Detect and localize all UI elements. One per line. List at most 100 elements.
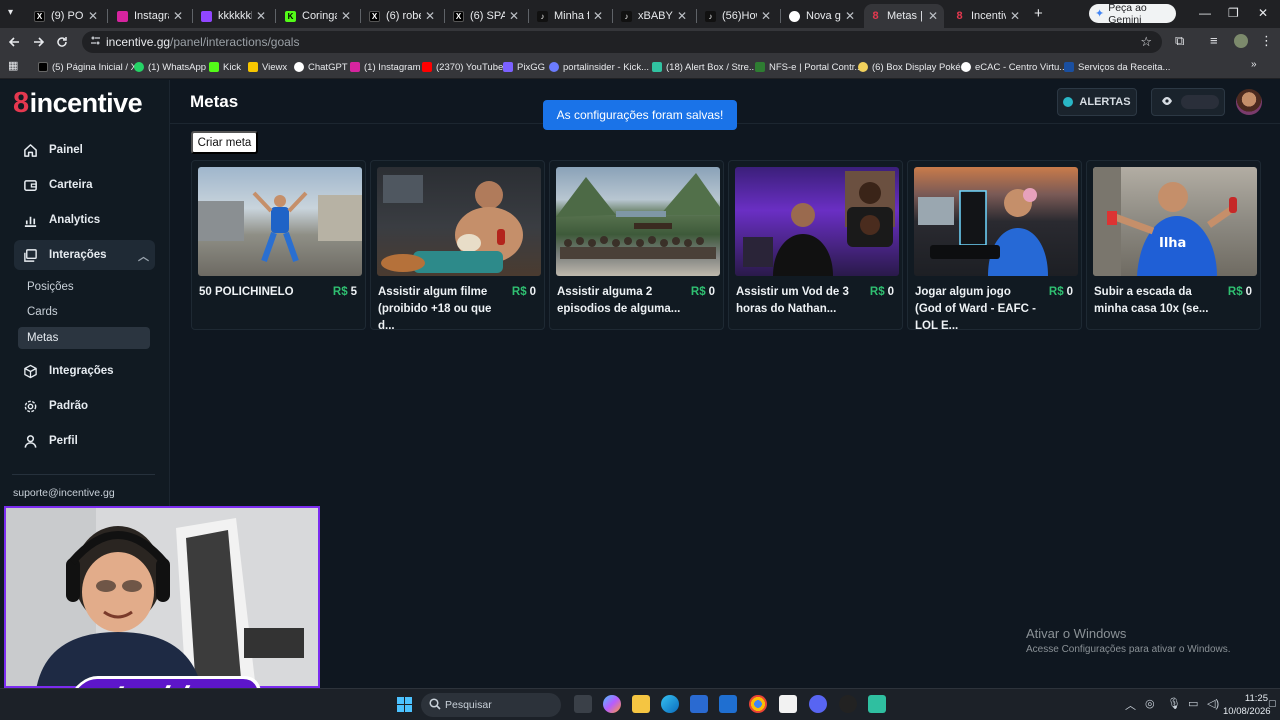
sidebar-item-painel[interactable]: Painel [14, 135, 155, 165]
close-icon[interactable]: ✕ [1010, 9, 1020, 23]
close-icon[interactable]: ✕ [845, 9, 855, 23]
taskbar-clock[interactable]: 11:25 10/08/2026 [1223, 692, 1271, 718]
sidebar-item-analytics[interactable]: Analytics [14, 205, 155, 235]
browser-tab[interactable]: X (6) roberti ✕ [363, 4, 441, 28]
edge-icon[interactable] [661, 695, 679, 713]
bookmark-item[interactable]: (1) WhatsApp [134, 59, 206, 75]
browser-tab[interactable]: ♪ (56)How i ✕ [699, 4, 777, 28]
notification-icon[interactable]: ▢ [1268, 698, 1277, 709]
reading-list-icon[interactable]: ≡ [1210, 33, 1218, 48]
file-explorer-icon[interactable] [632, 695, 650, 713]
sidebar-item-carteira[interactable]: Carteira [14, 170, 155, 200]
back-icon[interactable] [5, 32, 25, 52]
bookmarks-overflow-icon[interactable]: » [1251, 59, 1257, 70]
close-icon[interactable]: ✕ [509, 9, 519, 23]
goal-card[interactable]: 50 POLICHINELO R$ 5 [191, 160, 366, 330]
volume-icon[interactable]: ◁) [1207, 697, 1219, 710]
bookmark-item[interactable]: PixGG [503, 59, 545, 75]
outlook-icon[interactable] [719, 695, 737, 713]
sidebar-subitem-posicoes[interactable]: Posições [18, 276, 150, 298]
address-bar[interactable]: incentive.gg/panel/interactions/goals ☆ [82, 31, 1162, 53]
microphone-icon[interactable]: 🎙︎ [1167, 697, 1181, 710]
chevron-up-icon: ︿ [138, 251, 149, 263]
taskbar-search[interactable]: Pesquisar [421, 693, 561, 717]
sidebar-item-padrao[interactable]: Padrão [14, 391, 155, 421]
tray-overflow-icon[interactable]: ︿ [1125, 697, 1136, 713]
capcut-icon[interactable] [779, 695, 797, 713]
alerts-button[interactable]: ALERTAS [1057, 88, 1137, 116]
goal-card[interactable]: Assistir um Vod de 3 horas do Nathan... … [728, 160, 903, 330]
browser-tab-active[interactable]: 8 Metas | In ✕ [864, 4, 944, 28]
forward-icon[interactable] [28, 32, 48, 52]
support-email[interactable]: suporte@incentive.gg [13, 487, 115, 499]
profile-avatar[interactable] [1234, 34, 1248, 48]
store-icon[interactable] [690, 695, 708, 713]
extensions-icon[interactable]: ⧉ [1175, 33, 1184, 49]
bookmark-item[interactable]: ChatGPT [294, 59, 348, 75]
browser-tab[interactable]: kkkkkkkkk ✕ [195, 4, 272, 28]
obs-icon[interactable] [839, 695, 857, 713]
bookmark-item[interactable]: Viewx [248, 59, 287, 75]
bookmark-item[interactable]: (5) Página Inicial / X [38, 59, 137, 75]
close-icon[interactable]: ✕ [425, 9, 435, 23]
bookmark-item[interactable]: (1) Instagram [350, 59, 421, 75]
bookmark-item[interactable]: portalinsider - Kick... [549, 59, 649, 75]
gemini-button[interactable]: ✦ Peça ao Gemini [1089, 2, 1176, 26]
bookmark-item[interactable]: Kick [209, 59, 241, 75]
restore-icon[interactable]: ❐ [1228, 6, 1239, 20]
close-icon[interactable]: ✕ [341, 9, 351, 23]
close-icon[interactable]: ✕ [256, 9, 266, 23]
close-icon[interactable]: ✕ [173, 9, 183, 23]
browser-tab[interactable]: ♪ Minha fan ✕ [531, 4, 609, 28]
menu-icon[interactable]: ⋮ [1260, 33, 1273, 49]
browser-tab[interactable]: Nova guia ✕ [783, 4, 861, 28]
bookmark-item[interactable]: eCAC - Centro Virtu... [961, 59, 1067, 75]
goal-card[interactable]: Assistir algum filme (proibido +18 ou qu… [370, 160, 545, 332]
sidebar-item-interacoes[interactable]: Interações ︿ [14, 240, 155, 270]
browser-tab[interactable]: X (6) SPACE ✕ [447, 4, 525, 28]
bookmark-item[interactable]: (2370) YouTube [422, 59, 503, 75]
browser-tab[interactable]: K Coringa - ✕ [279, 4, 357, 28]
close-window-icon[interactable]: ✕ [1258, 6, 1268, 20]
browser-tab[interactable]: ♪ xBABYSHA ✕ [615, 4, 693, 28]
notepad-icon[interactable] [868, 695, 886, 713]
chrome-icon[interactable] [749, 695, 767, 713]
create-goal-button[interactable]: Criar meta [191, 131, 258, 154]
task-view-icon[interactable] [574, 695, 592, 713]
brand-logo[interactable]: 8 incentive [13, 86, 143, 120]
display-icon[interactable]: ▭ [1188, 697, 1198, 710]
network-tray-icon[interactable]: ◎ [1145, 697, 1155, 710]
incentive-logo-icon: 8 [13, 86, 29, 119]
bookmark-item[interactable]: Serviços da Receita... [1064, 59, 1170, 75]
reload-icon[interactable] [52, 32, 72, 52]
windows-start-icon[interactable] [397, 697, 412, 717]
user-avatar[interactable] [1236, 89, 1262, 115]
sidebar-item-integracoes[interactable]: Integrações [14, 356, 155, 386]
browser-tab[interactable]: X (9) PORTA ✕ [28, 4, 104, 28]
goal-card[interactable]: Jogar algum jogo (God of Ward - EAFC - L… [907, 160, 1082, 332]
copilot-icon[interactable] [603, 695, 621, 713]
browser-tab[interactable]: 8 Incentive ✕ [948, 4, 1026, 28]
discord-icon[interactable] [809, 695, 827, 713]
close-icon[interactable]: ✕ [593, 9, 603, 23]
browser-tab[interactable]: Instagram ✕ [111, 4, 189, 28]
minimize-icon[interactable]: — [1199, 6, 1211, 20]
sidebar-item-perfil[interactable]: Perfil [14, 426, 155, 456]
sidebar-subitem-cards[interactable]: Cards [18, 301, 150, 323]
close-icon[interactable]: ✕ [88, 9, 98, 23]
sidebar-subitem-metas[interactable]: Metas [18, 327, 150, 349]
star-icon[interactable]: ☆ [1140, 34, 1152, 50]
goal-card[interactable]: Ilha Subir a escada da minha casa 10x (s… [1086, 160, 1261, 330]
close-icon[interactable]: ✕ [928, 9, 938, 23]
apps-grid-icon[interactable]: ▦ [8, 59, 18, 72]
close-icon[interactable]: ✕ [761, 9, 771, 23]
bookmark-item[interactable]: (6) Box Display Poké... [858, 59, 969, 75]
new-tab-icon[interactable]: + [1034, 5, 1043, 22]
tab-list-icon[interactable]: ▾ [8, 7, 13, 18]
visibility-toggle[interactable] [1151, 88, 1225, 116]
site-info-icon[interactable] [90, 35, 101, 49]
bookmark-item[interactable]: (18) Alert Box / Stre... [652, 59, 757, 75]
bookmark-item[interactable]: NFS-e | Portal Contr... [755, 59, 862, 75]
goal-card[interactable]: Assistir alguma 2 episodios de alguma...… [549, 160, 724, 330]
close-icon[interactable]: ✕ [677, 9, 687, 23]
